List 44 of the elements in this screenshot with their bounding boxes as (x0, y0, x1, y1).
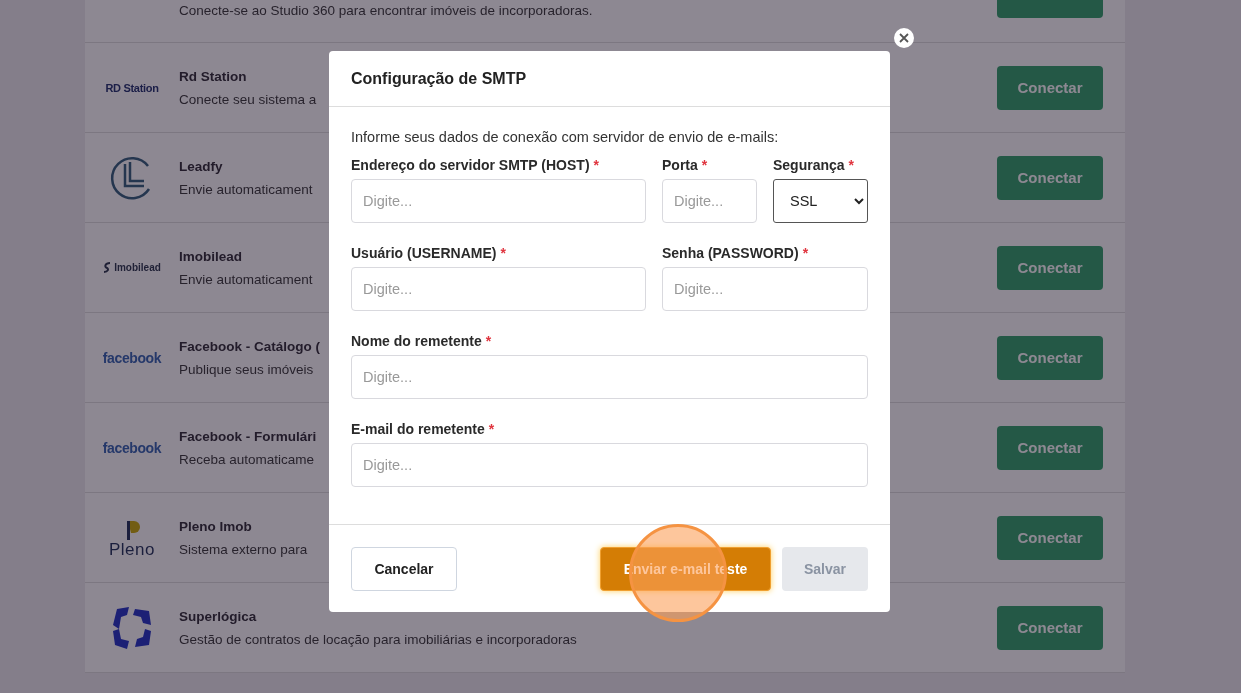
intro-text: Informe seus dados de conexão com servidor de envio de e-mails: (351, 129, 780, 145)
logo-text: facebook (102, 349, 162, 366)
field-label: Endereço do servidor SMTP (HOST) * (351, 157, 600, 173)
integration-description: Envie automaticament (179, 271, 313, 287)
integration-description: Conecte seu sistema a (179, 91, 317, 107)
connect-button[interactable]: Conectar (997, 155, 1103, 200)
connect-button[interactable]: Conectar (997, 245, 1103, 290)
connect-button[interactable]: Conectar (997, 605, 1103, 650)
integration-title: Rd Station (179, 68, 247, 84)
input-field[interactable]: Digite... (351, 179, 646, 223)
integration-description: Conecte-se ao Studio 360 para encontrar imóveis de incorporadoras. (179, 2, 593, 18)
logo-text: Pleno (109, 540, 155, 559)
integration-title: Facebook - Formulári (179, 428, 317, 444)
integration-title: Pleno Imob (179, 518, 252, 534)
input-field[interactable]: Digite... (351, 267, 646, 311)
connect-button[interactable]: Conectar (997, 515, 1103, 560)
connect-button[interactable]: Conectar (997, 335, 1103, 380)
integration-title: Facebook - Catálogo ( (179, 338, 320, 354)
integration-description: Receba automaticame (179, 451, 315, 467)
integration-title: Leadfy (179, 158, 223, 174)
input-field[interactable]: Digite... (662, 179, 757, 223)
field-label: Segurança * (773, 157, 856, 173)
connect-button[interactable]: Conectar (997, 425, 1103, 470)
integration-description: Gestão de contratos de locação para imobiliárias e incorporadoras (179, 631, 577, 647)
integration-title: Imobilead (179, 248, 242, 264)
input-field[interactable]: Digite... (351, 443, 868, 487)
input-field[interactable]: Digite... (351, 355, 868, 399)
field-label: Senha (PASSWORD) * (662, 245, 810, 261)
field-label: Nome do remetente * (351, 333, 493, 349)
field-label: Porta * (662, 157, 709, 173)
connect-button[interactable]: Conectar (997, 65, 1103, 110)
dialog-title: Configuração de SMTP (351, 69, 527, 88)
field-label: E-mail do remetente * (351, 421, 496, 437)
field-label: Usuário (USERNAME) * (351, 245, 507, 261)
security-select[interactable]: SSL (773, 179, 868, 223)
logo-text: Imobilead (114, 262, 161, 273)
cancel-button[interactable]: Cancelar (351, 546, 457, 591)
logo-text: facebook (102, 439, 162, 456)
integration-description: Publique seus imóveis (179, 361, 314, 377)
integration-description: Envie automaticament (179, 181, 313, 197)
logo-text: RD Station (105, 81, 159, 94)
input-field[interactable]: Digite... (662, 267, 868, 311)
integration-title: Superlógica (179, 608, 257, 624)
integration-description: Sistema externo para (179, 541, 308, 557)
